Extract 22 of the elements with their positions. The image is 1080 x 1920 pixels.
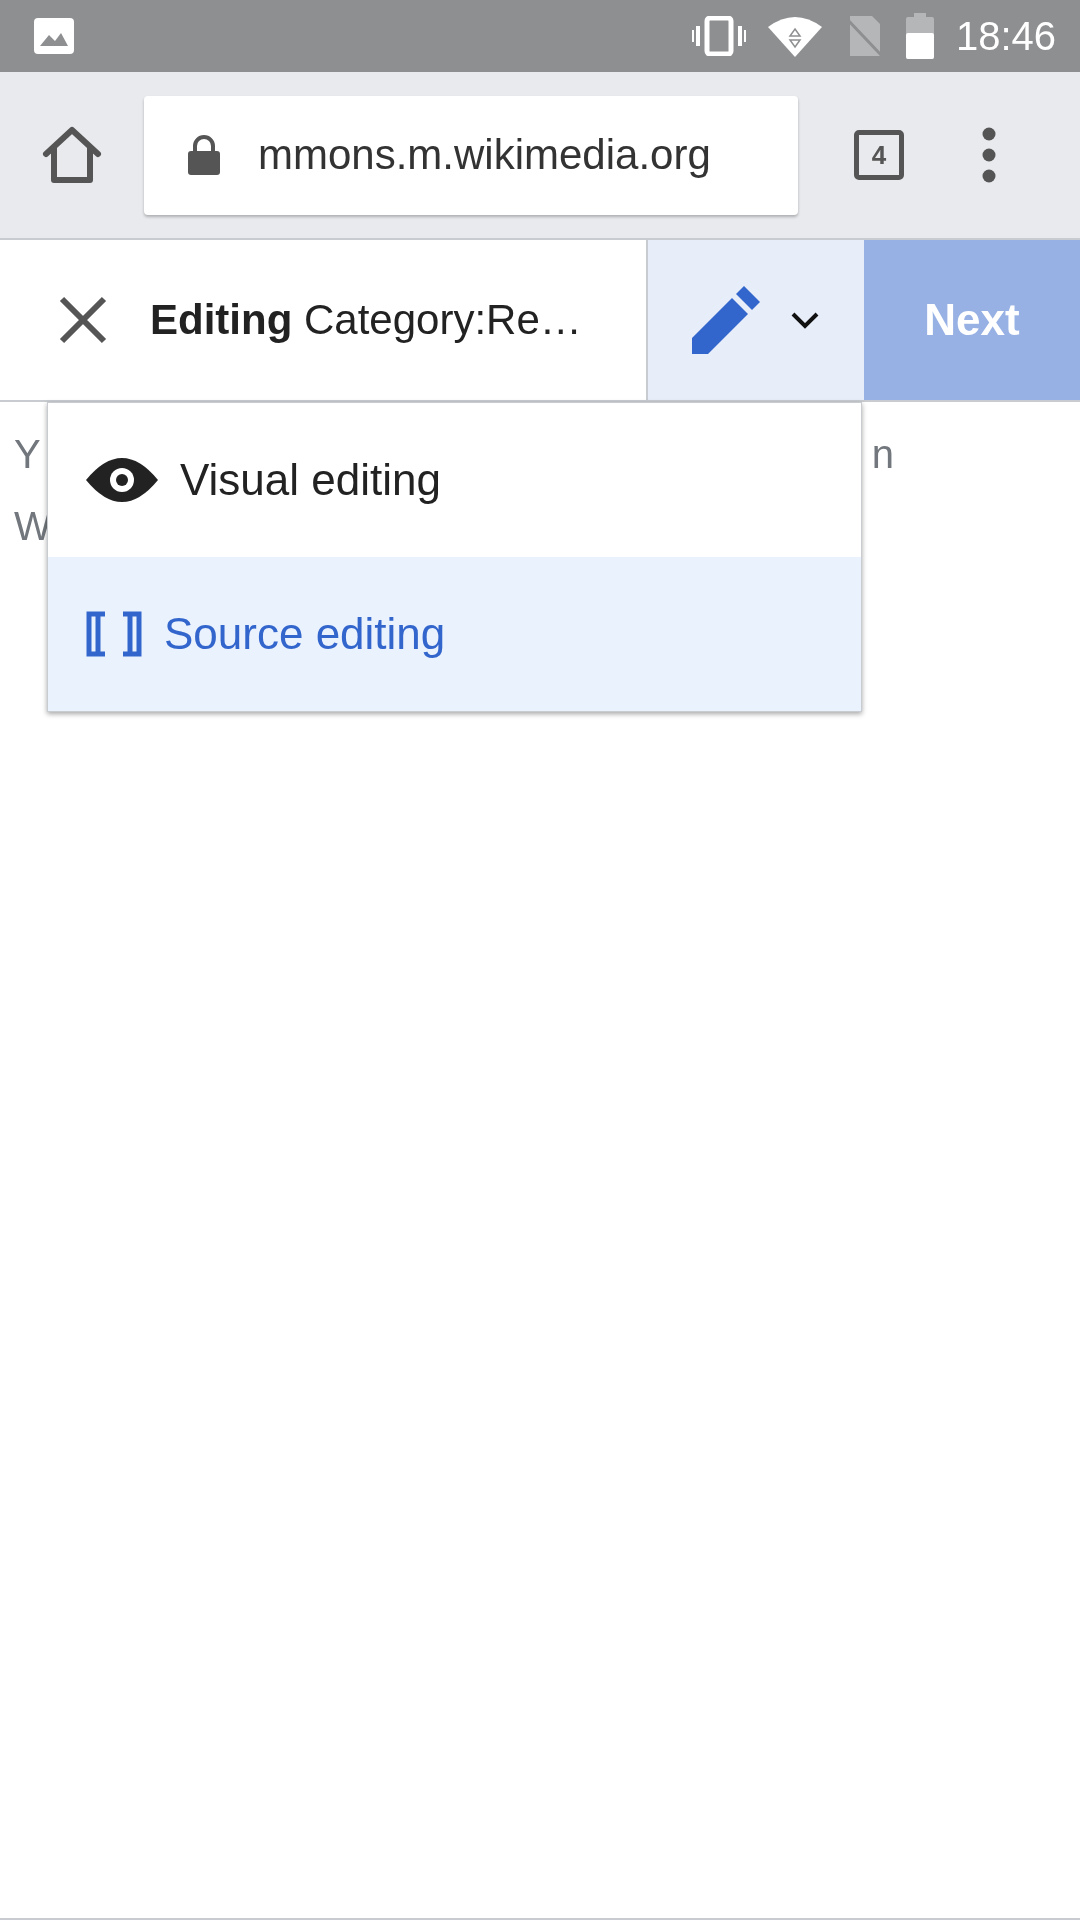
- editor-mode-button[interactable]: [646, 240, 864, 400]
- menu-item[interactable]: Source editing: [48, 557, 861, 711]
- vibrate-icon: [691, 16, 746, 56]
- pencil-icon: [692, 286, 760, 354]
- caret-icon: [790, 311, 820, 329]
- home-icon[interactable]: [42, 126, 102, 184]
- tab-count-button[interactable]: 4: [854, 130, 904, 180]
- more-options-icon[interactable]: [982, 127, 996, 183]
- brackets-icon: [86, 611, 142, 657]
- battery-icon: [905, 13, 934, 59]
- body-text: Y: [14, 431, 41, 478]
- close-icon[interactable]: [58, 295, 108, 345]
- wifi-icon: [767, 15, 822, 57]
- address-bar[interactable]: mmons.m.wikimedia.org: [144, 95, 798, 215]
- body-text: n: [871, 431, 894, 478]
- image-notification-icon: [34, 18, 74, 54]
- menu-item[interactable]: Visual editing: [48, 403, 861, 557]
- lock-icon: [188, 135, 220, 175]
- url-text: mmons.m.wikimedia.org: [258, 131, 711, 179]
- clock-time: 18:46: [955, 13, 1056, 59]
- eye-icon: [86, 458, 158, 502]
- page-title: Editing Category:Re…: [150, 296, 583, 344]
